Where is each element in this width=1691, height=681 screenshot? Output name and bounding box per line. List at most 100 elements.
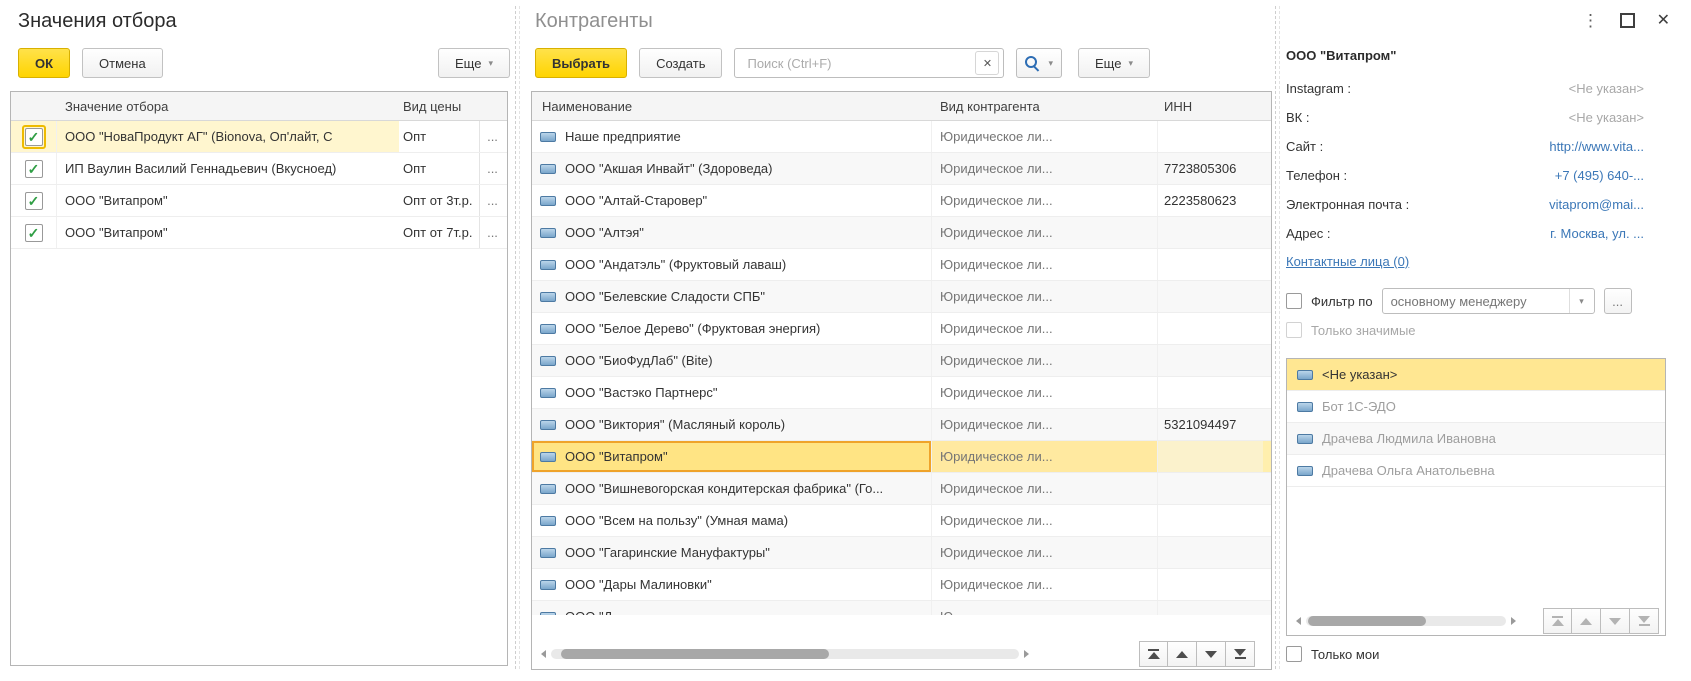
row-checkbox[interactable]: ✓ bbox=[25, 224, 43, 242]
selection-value-cell: ООО "Витапром" bbox=[57, 217, 399, 248]
company-icon bbox=[540, 292, 556, 302]
phone-link[interactable]: +7 (495) 640-... bbox=[1555, 168, 1644, 183]
scrollbar-thumb[interactable] bbox=[561, 649, 829, 659]
table-row[interactable]: ✓ ООО "НоваПродукт АГ" (Bionova, Оп'лайт… bbox=[11, 121, 507, 153]
go-down-button[interactable] bbox=[1601, 608, 1630, 634]
row-checkbox[interactable]: ✓ bbox=[25, 160, 43, 178]
table-header: Наименование Вид контрагента ИНН bbox=[532, 92, 1271, 121]
table-row-selected[interactable]: ООО "Витапром" Юридическое ли... bbox=[532, 441, 1271, 473]
inn-cell: 2223580623 bbox=[1158, 185, 1263, 216]
table-row[interactable]: ООО "Д... Ю... bbox=[532, 601, 1271, 615]
contact-icon bbox=[1297, 434, 1313, 444]
table-row[interactable]: ООО "Белое Дерево" (Фруктовая энергия) Ю… bbox=[532, 313, 1271, 345]
row-menu-button[interactable]: ... bbox=[479, 153, 505, 184]
clear-search-icon[interactable]: ✕ bbox=[975, 51, 999, 75]
create-button[interactable]: Создать bbox=[639, 48, 722, 78]
left-toolbar: ОК Отмена Еще ▾ bbox=[18, 48, 510, 78]
table-row[interactable]: ООО "Виктория" (Масляный король) Юридиче… bbox=[532, 409, 1271, 441]
field-row: Адрес : г. Москва, ул. ... bbox=[1286, 219, 1670, 248]
middle-more-button[interactable]: Еще ▾ bbox=[1078, 48, 1150, 78]
search-input[interactable] bbox=[745, 55, 975, 72]
go-down-button[interactable] bbox=[1197, 641, 1226, 667]
inn-cell bbox=[1158, 473, 1263, 504]
table-row[interactable]: ООО "Дары Малиновки" Юридическое ли... bbox=[532, 569, 1271, 601]
field-row: ВК : <Не указан> bbox=[1286, 103, 1670, 132]
list-item-selected[interactable]: <Не указан> bbox=[1287, 359, 1665, 391]
field-label: Электронная почта : bbox=[1286, 197, 1409, 212]
horizontal-scrollbar[interactable] bbox=[1306, 616, 1506, 626]
filter-checkbox[interactable] bbox=[1286, 293, 1302, 309]
go-first-button[interactable] bbox=[1543, 608, 1572, 634]
cancel-button[interactable]: Отмена bbox=[82, 48, 163, 78]
chevron-down-icon: ▾ bbox=[488, 59, 493, 68]
scrollbar-thumb[interactable] bbox=[1308, 616, 1426, 626]
kind-cell: Юридическое ли... bbox=[932, 569, 1158, 600]
table-row[interactable]: ООО "Белевские Сладости СПБ" Юридическое… bbox=[532, 281, 1271, 313]
filter-value: основному менеджеру bbox=[1383, 289, 1569, 313]
go-up-button[interactable] bbox=[1572, 608, 1601, 634]
contact-persons-link[interactable]: Контактные лица (0) bbox=[1286, 254, 1409, 269]
header-price-kind: Вид цены bbox=[399, 99, 479, 114]
list-item[interactable]: Драчева Ольга Анатольевна bbox=[1287, 455, 1665, 487]
table-row[interactable]: ✓ ООО "Витапром" Опт от 7т.р. ... bbox=[11, 217, 507, 249]
table-row[interactable]: ООО "Гагаринские Мануфактуры" Юридическо… bbox=[532, 537, 1271, 569]
company-icon bbox=[540, 612, 556, 616]
name-cell: ООО "Всем на пользу" (Умная мама) bbox=[532, 505, 932, 536]
search-box: ✕ bbox=[734, 48, 1004, 78]
checkbox-cell: ✓ bbox=[11, 153, 57, 184]
table-row[interactable]: ООО "Вастэко Партнерс" Юридическое ли... bbox=[532, 377, 1271, 409]
kind-cell: Юридическое ли... bbox=[932, 473, 1158, 504]
list-item[interactable]: Драчева Людмила Ивановна bbox=[1287, 423, 1665, 455]
company-icon bbox=[540, 356, 556, 366]
table-row[interactable]: ООО "Андатэль" (Фруктовый лаваш) Юридиче… bbox=[532, 249, 1271, 281]
search-options-button[interactable]: ▾ bbox=[1016, 48, 1062, 78]
go-up-button[interactable] bbox=[1168, 641, 1197, 667]
filter-label: Фильтр по bbox=[1311, 294, 1373, 309]
ok-button[interactable]: ОК bbox=[18, 48, 70, 78]
horizontal-scrollbar[interactable] bbox=[551, 649, 1019, 659]
table-row[interactable]: ООО "Алтай-Старовер" Юридическое ли... 2… bbox=[532, 185, 1271, 217]
select-button[interactable]: Выбрать bbox=[535, 48, 627, 78]
email-link[interactable]: vitaprom@mai... bbox=[1549, 197, 1644, 212]
kind-cell: Юридическое ли... bbox=[932, 441, 1158, 472]
website-link[interactable]: http://www.vita... bbox=[1549, 139, 1644, 154]
address-link[interactable]: г. Москва, ул. ... bbox=[1550, 226, 1644, 241]
list-item[interactable]: Бот 1С-ЭДО bbox=[1287, 391, 1665, 423]
table-row[interactable]: ✓ ООО "Витапром" Опт от 3т.р. ... bbox=[11, 185, 507, 217]
only-significant-checkbox[interactable] bbox=[1286, 322, 1302, 338]
table-header: Значение отбора Вид цены bbox=[11, 92, 507, 121]
counterparties-panel: Контрагенты Выбрать Создать ✕ ▾ Еще ▾ На… bbox=[527, 8, 1274, 672]
scroll-left-icon[interactable] bbox=[541, 650, 546, 658]
table-row[interactable]: ООО "БиоФудЛаб" (Bite) Юридическое ли... bbox=[532, 345, 1271, 377]
row-menu-button[interactable]: ... bbox=[479, 217, 505, 248]
row-checkbox[interactable]: ✓ bbox=[25, 192, 43, 210]
chevron-down-icon[interactable]: ▾ bbox=[1569, 289, 1594, 313]
table-row[interactable]: ✓ ИП Ваулин Василий Геннадьевич (Вкусное… bbox=[11, 153, 507, 185]
table-row[interactable]: Наше предприятие Юридическое ли... bbox=[532, 121, 1271, 153]
selection-value-cell: ООО "Витапром" bbox=[57, 185, 399, 216]
filter-combobox[interactable]: основному менеджеру ▾ bbox=[1382, 288, 1595, 314]
scroll-left-icon[interactable] bbox=[1296, 617, 1301, 625]
table-scroll-row bbox=[532, 639, 1271, 669]
table-row[interactable]: ООО "Акшая Инвайт" (Здороведа) Юридическ… bbox=[532, 153, 1271, 185]
row-menu-button[interactable]: ... bbox=[479, 185, 505, 216]
field-row: Instagram : <Не указан> bbox=[1286, 74, 1670, 103]
focus-ring: ✓ bbox=[22, 157, 46, 181]
header-kind: Вид контрагента bbox=[932, 99, 1158, 114]
table-row[interactable]: ООО "Вишневогорская кондитерская фабрика… bbox=[532, 473, 1271, 505]
row-menu-button[interactable]: ... bbox=[479, 121, 505, 152]
inn-cell bbox=[1158, 601, 1263, 615]
row-checkbox[interactable]: ✓ bbox=[25, 128, 43, 146]
filter-more-button[interactable]: ... bbox=[1604, 288, 1632, 314]
table-row[interactable]: ООО "Всем на пользу" (Умная мама) Юридич… bbox=[532, 505, 1271, 537]
left-more-button[interactable]: Еще ▾ bbox=[438, 48, 510, 78]
go-last-button[interactable] bbox=[1226, 641, 1255, 667]
name-cell: ООО "Вишневогорская кондитерская фабрика… bbox=[532, 473, 932, 504]
scroll-right-icon[interactable] bbox=[1511, 617, 1516, 625]
only-mine-checkbox[interactable] bbox=[1286, 646, 1302, 662]
scroll-right-icon[interactable] bbox=[1024, 650, 1029, 658]
go-first-button[interactable] bbox=[1139, 641, 1168, 667]
go-last-button[interactable] bbox=[1630, 608, 1659, 634]
table-row[interactable]: ООО "Алтэя" Юридическое ли... bbox=[532, 217, 1271, 249]
inn-cell bbox=[1158, 377, 1263, 408]
